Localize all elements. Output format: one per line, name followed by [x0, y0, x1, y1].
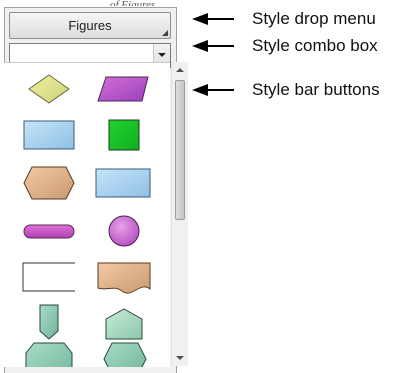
callout-line [206, 45, 234, 47]
style-drop-menu-label: Figures [68, 18, 112, 33]
hexagon-icon [23, 166, 75, 200]
diamond-shape-button[interactable] [18, 67, 80, 111]
top-caption-clipped: of Figures styles [110, 0, 156, 6]
style-bar [4, 62, 170, 367]
rectangle-2-shape-button[interactable] [92, 161, 154, 205]
callout-label: Style drop menu [252, 9, 376, 28]
square-shape-button[interactable] [92, 113, 154, 157]
callout-label: Style bar buttons [252, 80, 380, 99]
parallelogram-icon [97, 76, 149, 102]
hexagon-shape-button[interactable] [18, 161, 80, 205]
style-drop-menu[interactable]: Figures [9, 12, 171, 39]
style-bar-scrollbar[interactable] [171, 62, 188, 366]
open-rectangle-shape-button[interactable] [18, 255, 80, 299]
hexagon-green-shape-button[interactable] [92, 339, 154, 367]
scroll-thumb[interactable] [175, 80, 185, 220]
callout-style-drop-menu: Style drop menu [192, 9, 414, 29]
rounded-bar-shape-button[interactable] [18, 209, 80, 253]
scroll-down-arrow-icon[interactable] [172, 350, 188, 366]
callout-style-combo-box: Style combo box [192, 36, 414, 56]
square-icon [108, 119, 140, 151]
circle-shape-button[interactable] [92, 209, 154, 253]
callout-line [206, 89, 234, 91]
rectangle-shape-button[interactable] [18, 113, 80, 157]
callout-line [206, 18, 234, 20]
callout-style-bar-buttons: Style bar buttons [192, 80, 414, 100]
dropdown-grip-icon [162, 30, 168, 36]
bracket-rectangle-icon [22, 262, 75, 292]
callout-label: Style combo box [252, 36, 378, 55]
octagon-icon [25, 342, 73, 367]
scroll-up-arrow-icon[interactable] [172, 62, 188, 78]
octagon-shape-button[interactable] [18, 339, 80, 367]
document-shape-button[interactable] [92, 255, 154, 299]
rectangle-icon [23, 120, 75, 150]
hexagon-icon [103, 342, 147, 367]
document-icon [97, 262, 151, 294]
diamond-icon [28, 74, 70, 104]
rectangle-icon [95, 168, 151, 198]
parallelogram-shape-button[interactable] [92, 67, 154, 111]
terminator-icon [23, 224, 75, 239]
circle-icon [108, 215, 140, 247]
